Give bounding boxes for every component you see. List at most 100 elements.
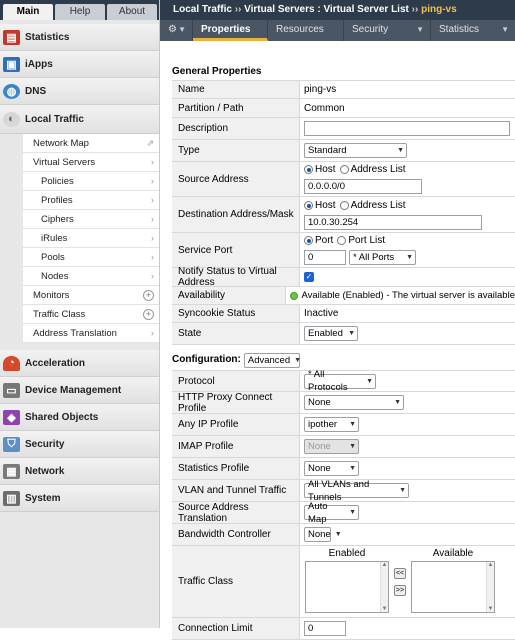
- chevron-down-icon: ▼: [349, 465, 356, 472]
- bandwidth-controller-select[interactable]: None ▼: [304, 527, 342, 542]
- http-proxy-select[interactable]: None ▼: [304, 395, 404, 410]
- add-icon[interactable]: +: [143, 289, 154, 301]
- row-name: Name ping-vs: [172, 80, 515, 99]
- port-list-radio[interactable]: Port List: [337, 235, 385, 246]
- sidebar-item-monitors[interactable]: Monitors +: [23, 286, 159, 305]
- state-select[interactable]: Enabled ▼: [304, 326, 358, 341]
- connection-limit-input[interactable]: 0: [304, 621, 346, 636]
- chevron-right-icon: ›: [151, 157, 154, 167]
- any-ip-profile-select[interactable]: ipother ▼: [304, 417, 359, 432]
- tab-properties[interactable]: Properties: [193, 20, 268, 41]
- breadcrumb: Local Traffic ›› Virtual Servers : Virtu…: [160, 0, 515, 20]
- local-traffic-icon: ◐: [3, 111, 20, 127]
- tab-help[interactable]: Help: [55, 4, 105, 20]
- row-service-port: Service Port Port Port List 0 * All Ports ▼: [172, 233, 515, 268]
- nav-statistics[interactable]: ▤ Statistics: [0, 24, 159, 51]
- port-radio[interactable]: Port: [304, 235, 333, 246]
- enabled-list[interactable]: ▲ ▼: [305, 561, 389, 613]
- sidebar-item-nodes[interactable]: Nodes ›: [23, 267, 159, 286]
- row-any-ip-profile: Any IP Profile ipother ▼: [172, 414, 515, 436]
- add-icon[interactable]: +: [143, 308, 154, 320]
- chevron-right-icon: ›: [151, 214, 154, 224]
- scrollbar[interactable]: ▲ ▼: [486, 562, 494, 612]
- breadcrumb-local-traffic[interactable]: Local Traffic: [173, 4, 232, 15]
- breadcrumb-virtual-server-list[interactable]: Virtual Servers : Virtual Server List: [244, 4, 409, 15]
- sidebar-item-policies[interactable]: Policies ›: [23, 172, 159, 191]
- sidebar-item-network-map[interactable]: Network Map ⇗: [23, 134, 159, 153]
- nav-security[interactable]: ⛉ Security: [0, 431, 159, 458]
- statistics-profile-select[interactable]: None ▼: [304, 461, 359, 476]
- source-address-input[interactable]: 0.0.0.0/0: [304, 179, 422, 194]
- type-select[interactable]: Standard ▼: [304, 143, 407, 158]
- nav-iapps[interactable]: ▣ iApps: [0, 51, 159, 78]
- tab-statistics[interactable]: Statistics ▼: [431, 20, 515, 41]
- partition-value: Common: [304, 102, 345, 114]
- breadcrumb-separator: ››: [411, 4, 419, 15]
- configuration-header: Configuration:: [172, 354, 241, 365]
- chevron-down-icon: ▼: [348, 330, 355, 337]
- nav-system[interactable]: ▥ System: [0, 485, 159, 512]
- available-list[interactable]: ▲ ▼: [411, 561, 495, 613]
- gear-menu[interactable]: ⚙ ▼: [160, 20, 193, 41]
- row-state: State Enabled ▼: [172, 323, 515, 345]
- gear-icon: ⚙: [168, 24, 177, 35]
- destination-address-input[interactable]: 10.0.30.254: [304, 214, 482, 230]
- chevron-down-icon: ▼: [416, 25, 424, 34]
- sidebar-item-traffic-class[interactable]: Traffic Class +: [23, 305, 159, 324]
- move-right-button[interactable]: >>: [394, 585, 406, 596]
- nav-device-management[interactable]: ▭ Device Management: [0, 377, 159, 404]
- chevron-down-icon: ▼: [394, 399, 401, 406]
- row-availability: Availability Available (Enabled) - The v…: [172, 287, 515, 305]
- row-connection-limit: Connection Limit 0: [172, 618, 515, 640]
- move-left-button[interactable]: <<: [394, 568, 406, 579]
- sidebar-item-ciphers[interactable]: Ciphers ›: [23, 210, 159, 229]
- tab-resources[interactable]: Resources: [268, 20, 344, 41]
- sidebar-item-pools[interactable]: Pools ›: [23, 248, 159, 267]
- notify-status-checkbox[interactable]: ✓: [304, 272, 314, 282]
- sidebar-item-irules[interactable]: iRules ›: [23, 229, 159, 248]
- description-input[interactable]: [304, 121, 510, 136]
- row-bandwidth-controller: Bandwidth Controller None ▼: [172, 524, 515, 546]
- tab-about[interactable]: About: [107, 4, 157, 20]
- enabled-list-label: Enabled: [328, 548, 366, 559]
- port-input[interactable]: 0: [304, 250, 346, 265]
- source-address-list-radio[interactable]: Address List: [339, 164, 406, 175]
- sidebar-item-profiles[interactable]: Profiles ›: [23, 191, 159, 210]
- nav-dns[interactable]: ◍ DNS: [0, 78, 159, 105]
- dest-address-list-radio[interactable]: Address List: [339, 200, 406, 211]
- properties-form: General Properties Name ping-vs Partitio…: [172, 41, 515, 640]
- chevron-down-icon: ▼: [501, 25, 509, 34]
- port-select[interactable]: * All Ports ▼: [349, 250, 416, 265]
- syncookie-value: Inactive: [304, 308, 339, 319]
- availability-value: Available (Enabled) - The virtual server…: [301, 290, 515, 301]
- row-traffic-class: Traffic Class Enabled ▲ ▼ << >> Available…: [172, 546, 515, 618]
- main-tabs: Main Help About: [0, 0, 159, 20]
- protocol-select[interactable]: * All Protocols ▼: [304, 369, 376, 393]
- chevron-down-icon: ▼: [399, 487, 406, 494]
- nav-local-traffic[interactable]: ◐ Local Traffic: [0, 105, 159, 134]
- shield-icon: ⛉: [3, 436, 20, 452]
- row-partition: Partition / Path Common: [172, 99, 515, 118]
- vlan-traffic-select[interactable]: All VLANs and Tunnels ▼: [304, 479, 409, 503]
- row-syncookie: Syncookie Status Inactive: [172, 305, 515, 323]
- source-host-radio[interactable]: Host: [304, 164, 336, 175]
- statistics-icon: ▤: [3, 29, 20, 45]
- snat-select[interactable]: Auto Map ▼: [304, 501, 359, 525]
- configuration-mode-select[interactable]: Advanced ▼: [243, 352, 301, 368]
- row-destination: Destination Address/Mask Host Address Lis…: [172, 197, 515, 233]
- scrollbar[interactable]: ▲ ▼: [380, 562, 388, 612]
- breadcrumb-separator: ››: [234, 4, 242, 15]
- sidebar-item-virtual-servers[interactable]: Virtual Servers ›: [23, 153, 159, 172]
- nav-network[interactable]: ▦ Network: [0, 458, 159, 485]
- tab-security[interactable]: Security ▼: [344, 20, 431, 41]
- sidebar-item-address-translation[interactable]: Address Translation ›: [23, 324, 159, 343]
- row-source-address: Source Address Host Address List 0.0.0.0/…: [172, 162, 515, 197]
- tab-main[interactable]: Main: [3, 4, 53, 20]
- nav-shared-objects[interactable]: ◆ Shared Objects: [0, 404, 159, 431]
- breadcrumb-current: ping-vs: [421, 4, 457, 15]
- row-http-proxy: HTTP Proxy Connect Profile None ▼: [172, 392, 515, 414]
- chevron-right-icon: ›: [151, 252, 154, 262]
- nav-acceleration[interactable]: ◔ Acceleration: [0, 350, 159, 377]
- chevron-right-icon: ›: [151, 328, 154, 338]
- dest-host-radio[interactable]: Host: [304, 200, 336, 211]
